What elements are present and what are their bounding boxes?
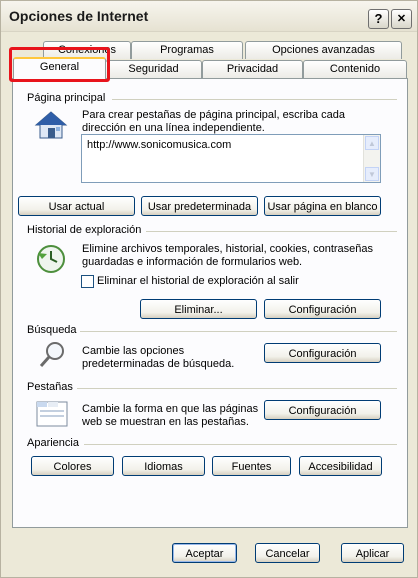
textarea-scrollbar[interactable]: ▲ ▼ <box>363 135 380 182</box>
colors-button[interactable]: Colores <box>31 456 114 476</box>
fonts-button[interactable]: Fuentes <box>212 456 291 476</box>
languages-button[interactable]: Idiomas <box>122 456 205 476</box>
appearance-group-title: Apariencia <box>27 437 79 449</box>
close-button[interactable]: ✕ <box>391 9 412 29</box>
delete-button[interactable]: Eliminar... <box>140 299 257 319</box>
title-bar[interactable]: Opciones de Internet ? ✕ <box>1 1 417 32</box>
tabs-group-title: Pestañas <box>27 381 73 393</box>
house-icon <box>34 111 68 139</box>
home-group-title: Página principal <box>27 92 106 104</box>
delete-history-checkbox[interactable] <box>81 275 94 288</box>
home-url-textarea[interactable]: http://www.sonicomusica.com ▲ ▼ <box>81 134 381 183</box>
scroll-down-icon[interactable]: ▼ <box>365 167 379 181</box>
search-group-title: Búsqueda <box>27 324 77 336</box>
highlight-box <box>9 47 110 82</box>
history-group-divider <box>146 231 397 232</box>
home-description: Para crear pestañas de página principal,… <box>82 109 345 134</box>
history-group-title: Historial de exploración <box>27 224 142 236</box>
history-description: Elimine archivos temporales, historial, … <box>82 243 374 268</box>
apply-button[interactable]: Aplicar <box>341 543 404 563</box>
history-settings-button[interactable]: Configuración <box>264 299 381 319</box>
search-description: Cambie las opciones predeterminadas de b… <box>82 345 235 370</box>
help-button[interactable]: ? <box>368 9 389 29</box>
home-url-value: http://www.sonicomusica.com <box>87 139 232 151</box>
tabs-description: Cambie la forma en que las páginas web s… <box>82 403 259 428</box>
scroll-up-icon[interactable]: ▲ <box>365 136 379 150</box>
accessibility-button[interactable]: Accesibilidad <box>299 456 382 476</box>
tab-privacidad[interactable]: Privacidad <box>202 60 303 78</box>
tab-seguridad[interactable]: Seguridad <box>105 60 202 78</box>
cancel-button[interactable]: Cancelar <box>255 543 320 563</box>
magnifier-icon <box>39 342 64 367</box>
search-settings-button[interactable]: Configuración <box>264 343 381 363</box>
history-clock-icon <box>37 245 65 273</box>
tab-contenido[interactable]: Contenido <box>303 60 407 78</box>
search-group-divider <box>80 331 397 332</box>
accept-button[interactable]: Aceptar <box>172 543 237 563</box>
use-blank-button[interactable]: Usar página en blanco <box>264 196 381 216</box>
tabbed-window-icon <box>36 401 68 427</box>
home-group-divider <box>112 99 397 100</box>
tab-opciones-avanzadas[interactable]: Opciones avanzadas <box>245 41 402 59</box>
tab-programas[interactable]: Programas <box>131 41 243 59</box>
window-title: Opciones de Internet <box>9 8 149 24</box>
tabs-group-divider <box>77 388 397 389</box>
appearance-group-divider <box>84 444 397 445</box>
use-default-button[interactable]: Usar predeterminada <box>141 196 258 216</box>
tabs-settings-button[interactable]: Configuración <box>264 400 381 420</box>
delete-history-checkbox-label: Eliminar el historial de exploración al … <box>97 275 299 287</box>
use-current-button[interactable]: Usar actual <box>18 196 135 216</box>
